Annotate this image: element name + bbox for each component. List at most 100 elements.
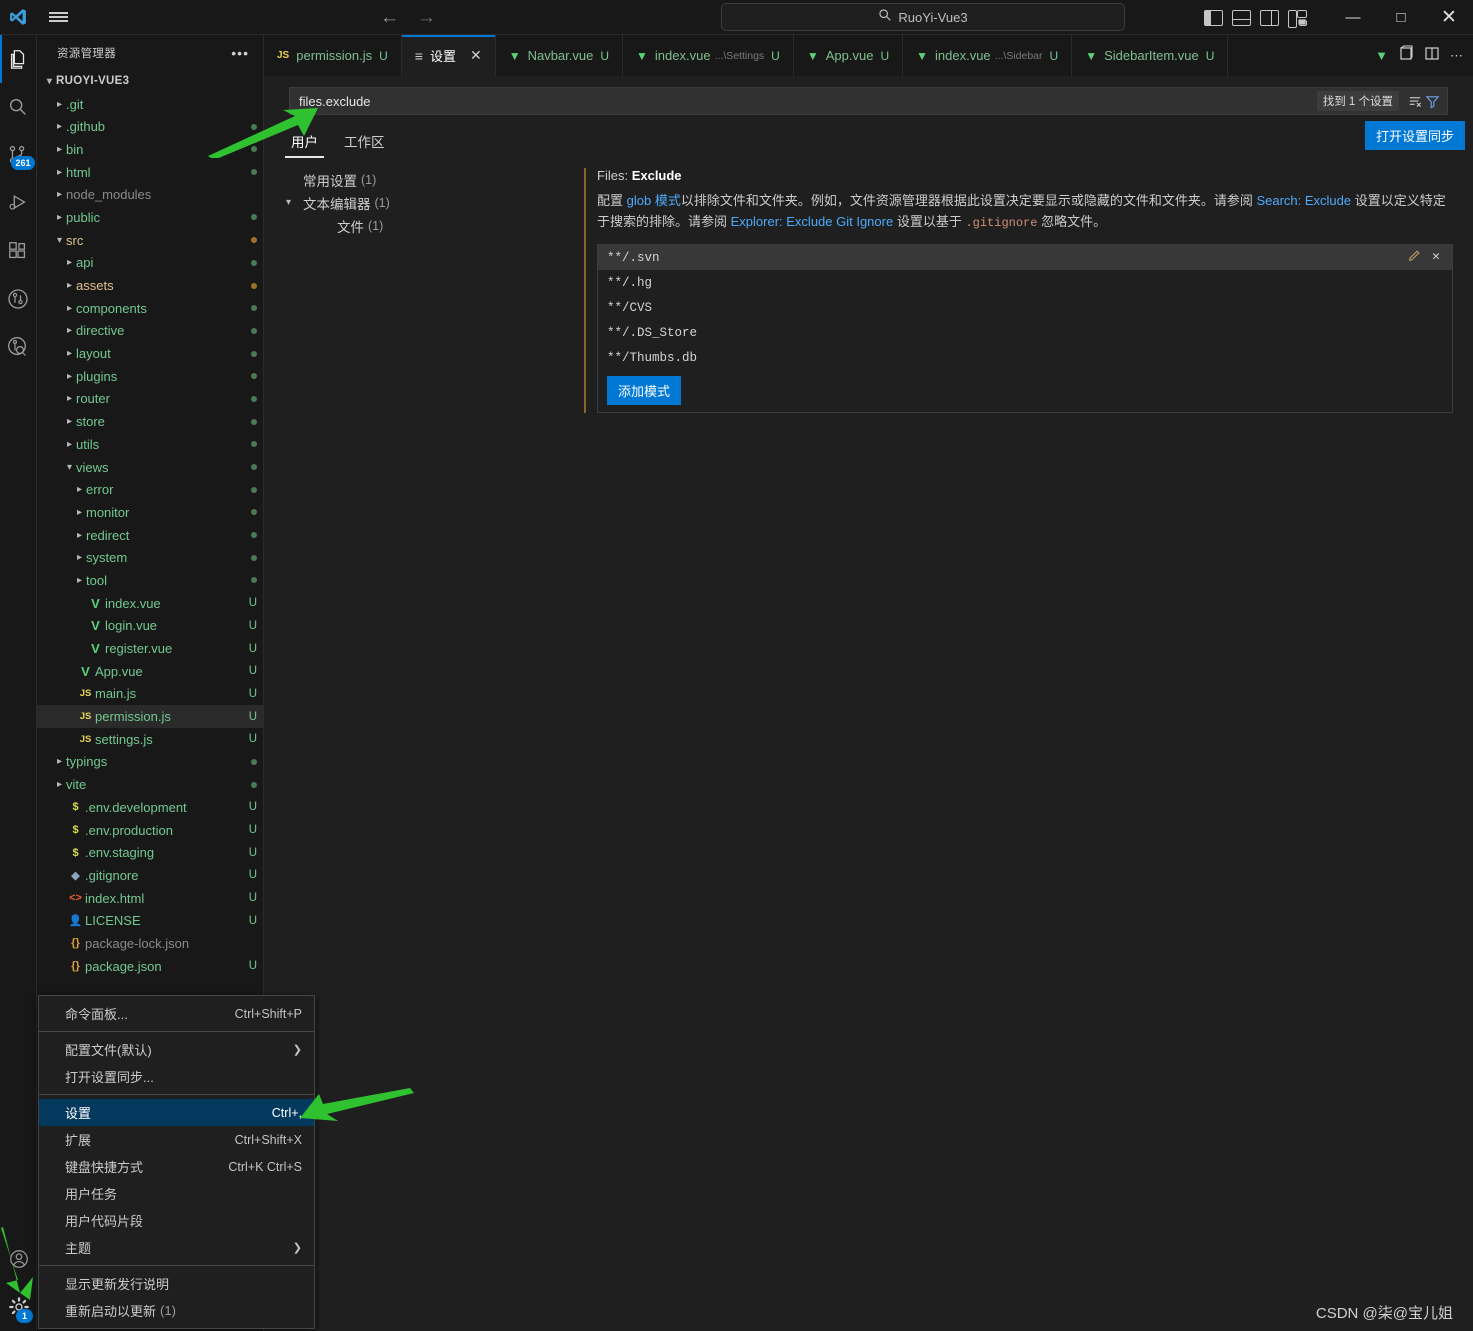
tree-folder-row[interactable]: ▾ views [37, 456, 263, 479]
tree-folder-row[interactable]: ▸ system [37, 546, 263, 569]
tree-folder-row[interactable]: ▸ utils [37, 433, 263, 456]
tree-file-row[interactable]: 👤 LICENSE U [37, 909, 263, 932]
tree-folder-row[interactable]: ▸ store [37, 410, 263, 433]
setting-desc-link[interactable]: Search: Exclude [1256, 193, 1351, 208]
settings-toc-item[interactable]: ▾ 文本编辑器 (1) [286, 191, 584, 214]
menu-item[interactable]: 重新启动以更新 (1) [39, 1297, 314, 1324]
tree-file-row[interactable]: {} package.json U [37, 955, 263, 978]
activity-explorer-button[interactable] [0, 35, 37, 83]
editor-tab--[interactable]: ≡ 设置 ✕ [401, 35, 496, 76]
back-button[interactable]: ← [380, 8, 399, 27]
tree-folder-row[interactable]: ▸ components [37, 297, 263, 320]
tree-file-row[interactable]: JS permission.js U [37, 705, 263, 728]
activity-source-control-button[interactable]: 261 [0, 131, 37, 179]
editor-tab-index-vue[interactable]: ▼ index.vue ...\Settings U [623, 35, 794, 76]
tree-file-row[interactable]: Vregister.vue U [37, 637, 263, 660]
split-editor-icon[interactable] [1398, 45, 1414, 66]
tree-file-row[interactable]: $ .env.production U [37, 819, 263, 842]
tree-file-row[interactable]: Vlogin.vue U [37, 615, 263, 638]
tree-folder-row[interactable]: ▸ error [37, 478, 263, 501]
tree-folder-row[interactable]: ▸ typings [37, 751, 263, 774]
close-icon[interactable]: ✕ [1432, 249, 1440, 267]
toggle-panel-icon[interactable] [1232, 9, 1251, 26]
setting-desc-link[interactable]: glob 模式 [627, 193, 681, 208]
pencil-icon[interactable] [1407, 249, 1421, 267]
command-center-search[interactable]: RuoYi-Vue3 [721, 3, 1125, 31]
menu-item[interactable]: 键盘快捷方式 Ctrl+K Ctrl+S [39, 1153, 314, 1180]
tree-folder-row[interactable]: ▸ .github [37, 115, 263, 138]
activity-gitlens-button[interactable] [0, 275, 37, 323]
menu-item[interactable]: 设置 Ctrl+, [39, 1099, 314, 1126]
tree-folder-row[interactable]: ▸ router [37, 388, 263, 411]
window-close-button[interactable]: ✕ [1425, 0, 1473, 35]
activity-gitlens-inspect-button[interactable] [0, 323, 37, 371]
add-pattern-button[interactable]: 添加模式 [607, 376, 682, 405]
open-settings-sync-button[interactable]: 打开设置同步 [1364, 121, 1465, 150]
menu-item[interactable]: 显示更新发行说明 [39, 1270, 314, 1297]
tree-folder-row[interactable]: ▸ public [37, 206, 263, 229]
tree-folder-row[interactable]: ▸ assets [37, 274, 263, 297]
toggle-primary-sidebar-icon[interactable] [1204, 9, 1223, 26]
clear-filter-icon[interactable] [1407, 93, 1424, 110]
activity-accounts-button[interactable] [0, 1235, 37, 1283]
layout-columns-icon[interactable] [1424, 45, 1440, 66]
tree-folder-row[interactable]: ▸ directive [37, 320, 263, 343]
editor-tab-app-vue[interactable]: ▼ App.vue U [793, 35, 904, 76]
menu-item[interactable]: 扩展 Ctrl+Shift+X [39, 1126, 314, 1153]
editor-tab-navbar-vue[interactable]: ▼ Navbar.vue U [495, 35, 624, 76]
menu-item[interactable]: 用户代码片段 [39, 1207, 314, 1234]
tree-folder-row[interactable]: ▸ bin [37, 138, 263, 161]
activity-manage-gear-button[interactable]: 1 [0, 1283, 37, 1331]
tree-folder-row[interactable]: ▸ plugins [37, 365, 263, 388]
tree-file-row[interactable]: $ .env.development U [37, 796, 263, 819]
setting-desc-link[interactable]: Explorer: Exclude Git Ignore [731, 214, 894, 229]
settings-toc-item[interactable]: 常用设置 (1) [286, 168, 584, 191]
tree-folder-row[interactable]: ▾ src [37, 229, 263, 252]
exclude-pattern-row[interactable]: **/.svn ✕ [598, 245, 1452, 270]
editor-tab-permission-js[interactable]: JS permission.js U [264, 35, 402, 76]
filter-icon[interactable] [1424, 93, 1441, 110]
tree-folder-row[interactable]: ▸ layout [37, 342, 263, 365]
activity-extensions-button[interactable] [0, 227, 37, 275]
tree-file-row[interactable]: V App.vue U [37, 660, 263, 683]
activity-run-debug-button[interactable] [0, 179, 37, 227]
exclude-pattern-row[interactable]: **/.DS_Store [598, 320, 1452, 345]
tab-workspace[interactable]: 工作区 [342, 127, 387, 158]
exclude-pattern-row[interactable]: **/CVS [598, 295, 1452, 320]
editor-tab-index-vue[interactable]: ▼ index.vue ...\Sidebar U [903, 35, 1073, 76]
activity-search-button[interactable] [0, 83, 37, 131]
hamburger-menu-icon[interactable] [36, 0, 80, 35]
tree-folder-row[interactable]: ▸ node_modules [37, 183, 263, 206]
tree-file-row[interactable]: <> index.html U [37, 887, 263, 910]
menu-item[interactable]: 配置文件(默认) ❯ [39, 1036, 314, 1063]
editor-tab-sidebaritem-vue[interactable]: ▼ SidebarItem.vue U [1072, 35, 1229, 76]
tab-user[interactable]: 用户 [285, 127, 324, 158]
explorer-more-actions-icon[interactable]: ••• [231, 46, 249, 60]
tree-file-row[interactable]: JS settings.js U [37, 728, 263, 751]
window-minimize-button[interactable]: — [1329, 0, 1377, 35]
menu-item[interactable]: 用户任务 [39, 1180, 314, 1207]
explorer-root-row[interactable]: ▾ RUOYI-VUE3 [37, 70, 263, 93]
tree-folder-row[interactable]: ▸ .git [37, 93, 263, 116]
tree-file-row[interactable]: $ .env.staging U [37, 841, 263, 864]
tree-folder-row[interactable]: ▸ redirect [37, 524, 263, 547]
settings-search-input[interactable]: files.exclude 找到 1 个设置 [289, 87, 1448, 115]
tree-folder-row[interactable]: ▸ vite [37, 773, 263, 796]
tree-folder-row[interactable]: ▸ tool [37, 569, 263, 592]
exclude-pattern-row[interactable]: **/.hg [598, 270, 1452, 295]
exclude-pattern-row[interactable]: **/Thumbs.db [598, 345, 1452, 370]
settings-toc-item[interactable]: 文件 (1) [286, 214, 584, 237]
menu-item[interactable]: 命令面板... Ctrl+Shift+P [39, 1000, 314, 1027]
menu-item[interactable]: 打开设置同步... [39, 1063, 314, 1090]
forward-button[interactable]: → [417, 8, 436, 27]
tree-folder-row[interactable]: ▸ api [37, 252, 263, 275]
ellipsis-icon[interactable]: ⋯ [1450, 49, 1463, 62]
tree-file-row[interactable]: JS main.js U [37, 683, 263, 706]
toggle-secondary-sidebar-icon[interactable] [1260, 9, 1279, 26]
customize-layout-icon[interactable] [1288, 9, 1307, 28]
tree-folder-row[interactable]: ▸ monitor [37, 501, 263, 524]
tree-file-row[interactable]: {} package-lock.json [37, 932, 263, 955]
tree-file-row[interactable]: Vindex.vue U [37, 592, 263, 615]
tree-file-row[interactable]: ◆ .gitignore U [37, 864, 263, 887]
tree-folder-row[interactable]: ▸ html [37, 161, 263, 184]
